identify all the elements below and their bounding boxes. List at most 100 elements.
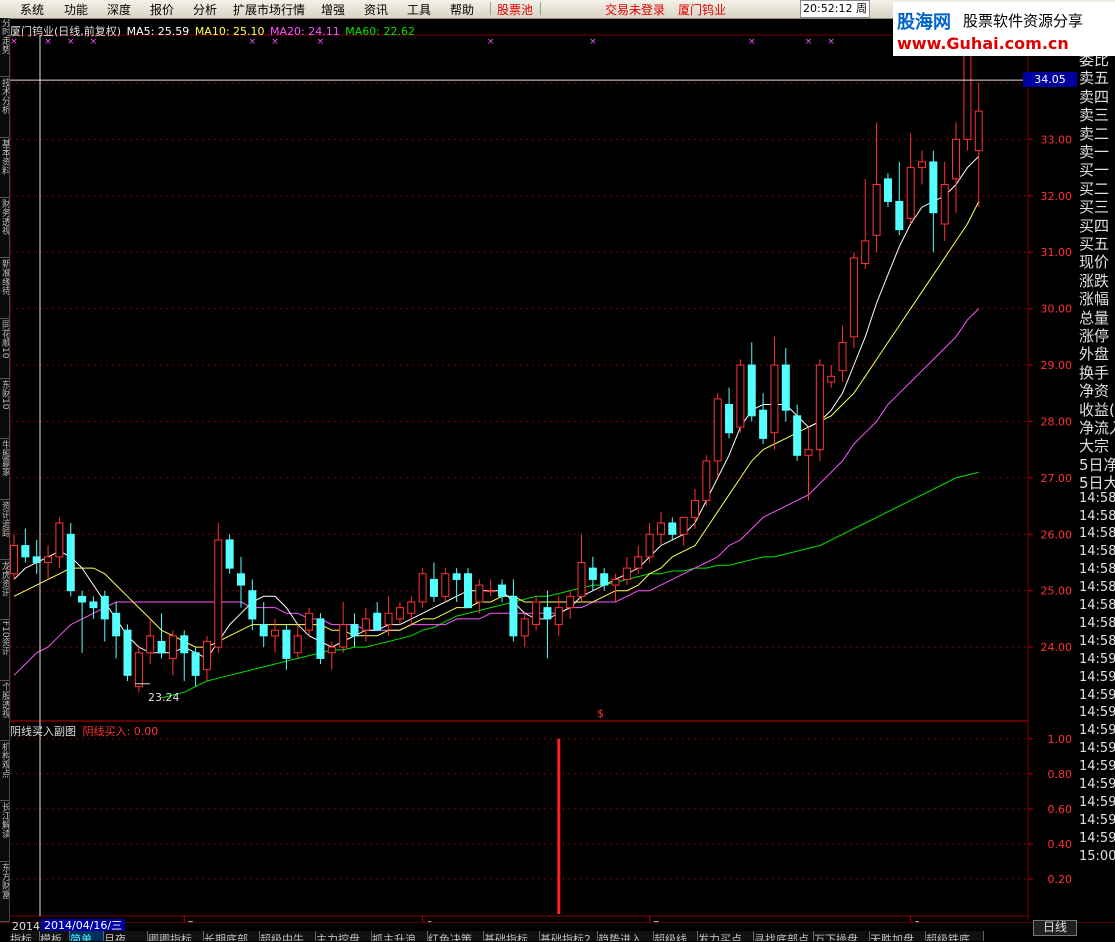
candle-63 [725,387,734,439]
menu-news[interactable]: 资讯 [364,1,388,18]
candle-37 [429,562,438,602]
sub-y-tick-label-0: 1.00 [1048,733,1073,746]
candle-75 [861,178,870,270]
ma20-legend: MA20: 24.11 [270,25,340,38]
indicator-tab-1[interactable]: 模板 [40,931,70,941]
left-tab-5[interactable]: 同花顺10 [0,320,9,379]
candle-body-34 [395,607,404,620]
indicator-tab-6[interactable]: 超级中牛 [260,931,316,941]
candle-71 [815,359,824,461]
indicator-tab-16[interactable]: 万下操盘 [814,931,870,941]
menu-depth[interactable]: 深度 [107,1,131,18]
candle-76 [872,122,881,253]
left-tab-strip: 分时走势 技术分析 基本资料 财务透视 新准缘待 同花顺10 东财10 牛股赢家 资讯追踪 龙虎资… [0,18,10,923]
indicator-tab-7[interactable]: 主力控盘 [316,931,372,941]
indicator-tab-17[interactable]: 天胜加盘 [870,931,926,941]
candle-13 [157,613,166,659]
left-tab-11[interactable]: 个股透视 [0,682,9,741]
candle-body-42 [486,590,495,593]
candle-45 [520,613,529,648]
candle-body-68 [781,364,790,411]
cross-mark-10: × [805,37,813,47]
candle-body-38 [441,573,450,597]
left-tab-1[interactable]: 技术分析 [0,78,9,138]
ma20-line [13,308,980,676]
period-selector[interactable]: 日线 [1033,920,1077,936]
candle-31 [361,607,370,642]
menu-help[interactable]: 帮助 [450,1,474,18]
indicator-tab-5[interactable]: 长期底部 [204,931,260,941]
trade-login-status[interactable]: 交易未登录 [605,1,665,18]
left-tab-0[interactable]: 分时走势 [0,18,9,78]
candle-5 [66,523,75,597]
candle-80 [918,150,926,185]
indicator-tab-12[interactable]: 趋势进入 [598,931,654,941]
tick-time-17: 14:59 [1079,794,1115,810]
indicator-tab-2[interactable]: 简单 [70,931,104,941]
left-tab-10[interactable]: F10资讯 [0,621,9,681]
candle-body-7 [89,601,98,609]
candle-41 [475,579,484,614]
indicator-tab-8[interactable]: 抓主升浪 [372,931,428,941]
signal-marker: $ [597,707,604,720]
left-tab-8[interactable]: 资讯追踪 [0,501,9,560]
candle-body-33 [384,612,393,626]
current-stock-name: 厦门钨业 [678,3,727,17]
candle-body-60 [691,499,699,518]
candle-43 [498,579,507,602]
left-tab-14[interactable]: 东方财富 [0,863,9,922]
candle-body-82 [940,184,949,225]
candle-body-51 [588,567,597,580]
indicator-tab-18[interactable]: 超级铁底 [926,931,984,941]
candle-74 [849,252,858,349]
menu-quote[interactable]: 报价 [150,1,174,18]
left-tab-4[interactable]: 新准缘待 [0,259,9,319]
candle-15 [180,630,189,681]
menu-enhance[interactable]: 增强 [321,1,345,18]
candle-body-45 [520,618,529,637]
indicator-tab-14[interactable]: 发力买点 [698,931,754,941]
left-tab-9[interactable]: 龙虎资讯 [0,561,9,621]
left-tab-2[interactable]: 基本资料 [0,139,9,198]
tick-time-16: 14:59 [1079,777,1115,792]
candle-23 [271,618,280,653]
candle-54 [622,556,631,586]
indicator-tab-15[interactable]: 寻找底部点 [754,931,814,941]
moving-average-lines [13,155,980,699]
indicator-tab-0[interactable]: 指标 [10,931,40,941]
left-tab-13[interactable]: 长江解读 [0,802,9,862]
candle-body-12 [146,635,155,654]
cross-mark-8: × [589,37,597,47]
menu-system[interactable]: 系统 [20,1,44,18]
menu-extended-market[interactable]: 扩展市场行情 [233,1,305,18]
menu-stock-pool[interactable]: 股票池 [497,1,533,18]
menu-tools[interactable]: 工具 [407,1,431,18]
indicator-tab-13[interactable]: 超级线 [654,931,698,941]
indicator-tab-11[interactable]: 基础指标2 [540,931,598,941]
indicator-tab-3[interactable]: 月夜 [104,931,148,941]
candle-62 [713,393,722,478]
last-price-tag: 34.05 [1023,72,1077,87]
left-tab-12[interactable]: 机构观点 [0,742,9,802]
ma10-line [13,201,980,648]
candle-body-53 [611,578,620,586]
candle-27 [316,613,325,665]
left-tab-7[interactable]: 牛股赢家 [0,440,9,500]
left-tab-3[interactable]: 财务透视 [0,199,9,259]
chart-canvas[interactable]: ××××××××××××× 34.0033.0032.0031.0030.002… [0,0,1115,941]
chart-title: 厦门钨业(日线,前复权) [10,25,122,38]
candle-body-31 [361,618,370,631]
candle-body-48 [554,607,563,626]
indicator-tab-10[interactable]: 基础指标 [484,931,540,941]
y-tick-label-5: 29.00 [1041,359,1073,372]
candle-56 [645,523,654,563]
indicator-tab-4[interactable]: 卿卿指标 [148,931,204,941]
candle-body-63 [725,404,734,434]
tick-time-0: 14:58 [1079,490,1115,506]
candle-body-77 [883,178,892,202]
menu-function[interactable]: 功能 [64,1,88,18]
indicator-tab-9[interactable]: 红色决策 [428,931,484,941]
left-tab-6[interactable]: 东财10 [0,380,9,440]
menu-analysis[interactable]: 分析 [193,1,217,18]
candle-body-22 [259,624,268,637]
